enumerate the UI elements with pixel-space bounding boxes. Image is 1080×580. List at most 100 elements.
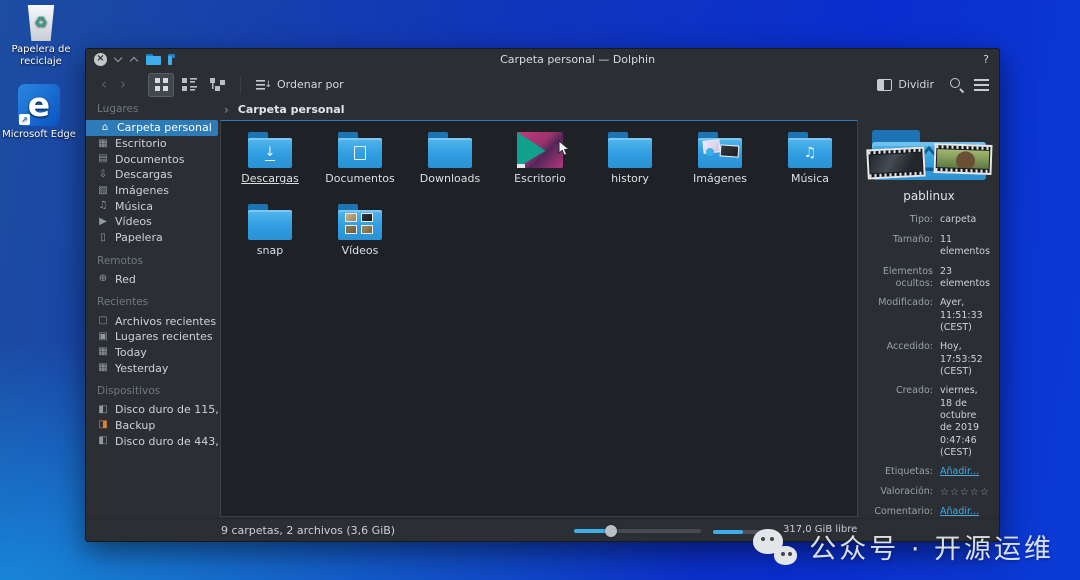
- folder-view[interactable]: ↓ Descargas Documentos: [220, 120, 858, 517]
- sidebar-item-label: Papelera: [115, 231, 163, 244]
- folder-icon-plain: [607, 132, 653, 168]
- pin-icon[interactable]: [168, 54, 172, 65]
- close-button[interactable]: ×: [94, 53, 107, 66]
- sidebar-item-papelera[interactable]: ▯Papelera: [97, 230, 218, 246]
- folder-item-musica[interactable]: ♫ Música: [765, 129, 855, 201]
- folder-item-escritorio[interactable]: Escritorio: [495, 129, 585, 201]
- back-button[interactable]: ‹: [96, 77, 112, 92]
- breadcrumb[interactable]: › Carpeta personal: [218, 99, 999, 120]
- details-view-button[interactable]: [204, 73, 230, 97]
- help-button[interactable]: ?: [983, 53, 991, 66]
- folder-icon-download: ↓: [247, 132, 293, 168]
- detail-value: Ayer, 11:51:33 (CEST): [940, 297, 991, 334]
- sidebar-item-label: Descargas: [115, 168, 173, 181]
- photo-thumbnail: [720, 144, 740, 157]
- folder-item-history[interactable]: history: [585, 129, 675, 201]
- compact-view-icon: [182, 78, 197, 91]
- sidebar-item-label: Documentos: [115, 153, 184, 166]
- chevron-down-icon[interactable]: [114, 55, 123, 64]
- selected-item-name: pablinux: [903, 189, 955, 203]
- add-comment-link[interactable]: Añadir...: [940, 506, 991, 518]
- breadcrumb-chevron-icon: ›: [224, 103, 229, 117]
- folder-item-imagenes[interactable]: Imágenes: [675, 129, 765, 201]
- information-panel: ⌂ pablinux Tipo: carpeta Tamaño: 11 elem…: [859, 120, 999, 518]
- sort-by-label: Ordenar por: [277, 78, 344, 91]
- folder-label: Música: [791, 173, 829, 184]
- folder-item-videos[interactable]: Vídeos: [315, 201, 405, 273]
- hamburger-menu-icon[interactable]: [974, 79, 989, 91]
- mouse-cursor-icon: [558, 140, 571, 157]
- documents-icon: ▤: [97, 154, 109, 164]
- detail-label: Tipo:: [867, 214, 933, 226]
- search-icon[interactable]: [949, 77, 964, 92]
- forward-button[interactable]: ›: [115, 77, 131, 92]
- section-header-remotos: Remotos: [97, 255, 218, 267]
- desktop-icon: ▦: [97, 139, 109, 149]
- zoom-slider-handle[interactable]: [605, 525, 617, 537]
- backup-drive-icon: ◨: [97, 420, 109, 430]
- photo-thumbnail: [706, 148, 714, 156]
- sidebar-item-imagenes[interactable]: ▨Imágenes: [97, 183, 218, 199]
- split-button[interactable]: Dividir: [872, 73, 939, 97]
- sidebar-item-yesterday[interactable]: ▦Yesterday: [97, 360, 218, 376]
- wechat-icon: [753, 529, 799, 565]
- sidebar-item-videos[interactable]: ▶Vídeos: [97, 214, 218, 230]
- sidebar-item-archivos-recientes[interactable]: ▢Archivos recientes: [97, 313, 218, 329]
- window-folder-icon: [146, 54, 161, 65]
- breadcrumb-path[interactable]: Carpeta personal: [238, 103, 345, 116]
- sidebar-item-red[interactable]: ⊕Red: [97, 272, 218, 288]
- detail-label: Accedido:: [867, 341, 933, 378]
- sidebar-item-musica[interactable]: ♫Música: [97, 198, 218, 214]
- main-toolbar: ‹ › Ordenar por Dividir: [86, 70, 999, 99]
- folder-label: history: [611, 173, 649, 184]
- recycle-symbol-icon: ♻: [34, 14, 47, 31]
- network-icon: ⊕: [97, 274, 109, 284]
- folder-item-snap[interactable]: snap: [225, 201, 315, 273]
- recent-files-icon: ▢: [97, 316, 109, 326]
- free-space-bar-fill: [713, 530, 743, 534]
- folder-label: Imágenes: [693, 173, 747, 184]
- video-thumbnail: [361, 225, 373, 234]
- sidebar-item-descargas[interactable]: ⇩ Descargas: [97, 167, 218, 183]
- chevron-up-icon[interactable]: [130, 55, 139, 64]
- hard-drive-icon: ◧: [97, 436, 109, 446]
- view-mode-group: [148, 73, 230, 97]
- detail-label: Tamaño:: [867, 234, 933, 259]
- item-details: Tipo: carpeta Tamaño: 11 elementos Eleme…: [867, 214, 991, 518]
- sidebar-item-today[interactable]: ▦Today: [97, 345, 218, 361]
- titlebar[interactable]: × Carpeta personal — Dolphin ?: [86, 49, 999, 70]
- sort-icon: [256, 79, 271, 91]
- sidebar-item-label: Today: [115, 346, 147, 359]
- document-emblem-icon: [354, 146, 366, 160]
- folder-item-documentos[interactable]: Documentos: [315, 129, 405, 201]
- folder-item-descargas[interactable]: ↓ Descargas: [225, 129, 315, 201]
- recent-places-icon: ▣: [97, 332, 109, 342]
- recycle-bin-desktop-icon[interactable]: ♻ Papelera de reciclaje: [2, 5, 80, 67]
- sidebar-item-label: Imágenes: [115, 184, 169, 197]
- folder-item-downloads[interactable]: Downloads: [405, 129, 495, 201]
- icons-view-button[interactable]: [148, 73, 174, 97]
- sidebar-item-lugares-recientes[interactable]: ▣Lugares recientes: [97, 329, 218, 345]
- download-icon: ⇩: [97, 170, 109, 180]
- add-tags-link[interactable]: Añadir...: [940, 466, 991, 478]
- rating-stars[interactable]: ☆☆☆☆☆: [940, 486, 991, 499]
- sidebar-item-backup[interactable]: ◨Backup: [97, 418, 218, 434]
- split-label: Dividir: [898, 78, 934, 91]
- folder-grid: ↓ Descargas Documentos: [221, 121, 857, 273]
- folder-label: Downloads: [420, 173, 480, 184]
- sort-by-button[interactable]: Ordenar por: [251, 73, 349, 97]
- watermark-text: 公众号 · 开源运维: [809, 527, 1054, 566]
- compact-view-button[interactable]: [176, 73, 202, 97]
- sidebar-item-disco-115[interactable]: ◧Disco duro de 115,1 GiB: [97, 402, 218, 418]
- sidebar-item-documentos[interactable]: ▤ Documentos: [97, 151, 218, 167]
- sidebar-item-escritorio[interactable]: ▦Escritorio: [97, 136, 218, 152]
- folder-icon-plain: [247, 204, 293, 240]
- microsoft-edge-desktop-icon[interactable]: e ↗ Microsoft Edge: [0, 84, 78, 141]
- video-thumbnail: [345, 213, 357, 222]
- edge-letter: e: [28, 88, 50, 121]
- zoom-slider[interactable]: [574, 529, 701, 533]
- sidebar-item-carpeta-personal[interactable]: ⌂Carpeta personal: [86, 120, 218, 136]
- sidebar-item-disco-443[interactable]: ◧Disco duro de 443,2 GiB: [97, 433, 218, 449]
- folder-icon-videos: [337, 204, 383, 240]
- places-panel: Lugares ⌂Carpeta personal ▦Escritorio ▤D…: [86, 99, 218, 518]
